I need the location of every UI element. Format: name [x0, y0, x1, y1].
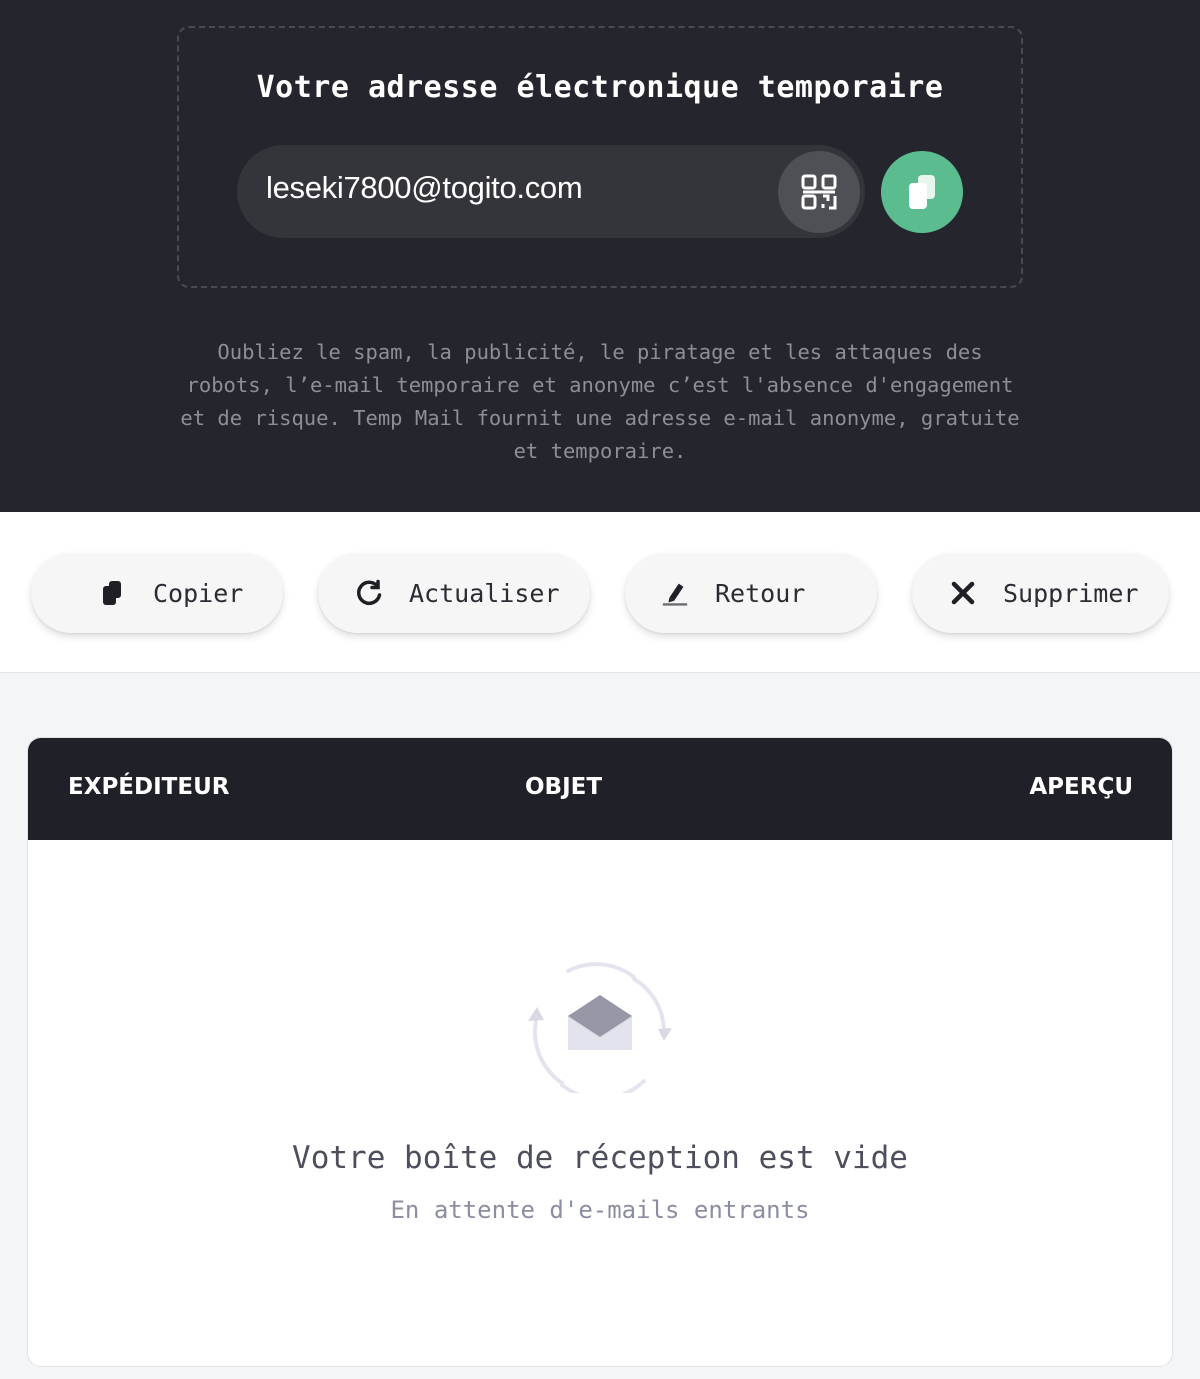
- qr-code-icon: [801, 174, 837, 210]
- column-preview: APERÇU: [1029, 774, 1133, 800]
- empty-inbox-icon: [524, 957, 676, 1101]
- back-button[interactable]: Retour: [625, 553, 877, 633]
- copy-icon: [99, 579, 127, 607]
- refresh-button[interactable]: Actualiser: [318, 553, 590, 633]
- delete-button-label: Supprimer: [1003, 578, 1139, 608]
- email-address-text[interactable]: leseki7800@togito.com: [266, 170, 583, 206]
- edit-icon: [661, 579, 689, 607]
- close-icon: [949, 579, 977, 607]
- hero-description: Oubliez le spam, la publicité, le pirata…: [180, 340, 1020, 463]
- column-subject: OBJET: [525, 774, 603, 800]
- copy-address-button[interactable]: [881, 151, 963, 233]
- copy-icon: [909, 175, 935, 209]
- empty-inbox-subtitle: En attente d'e-mails entrants: [390, 1196, 810, 1224]
- copy-button[interactable]: Copier: [31, 553, 283, 633]
- hero-section: Votre adresse électronique temporaire le…: [0, 0, 1200, 512]
- empty-inbox-title: Votre boîte de réception est vide: [292, 1140, 908, 1176]
- refresh-button-label: Actualiser: [409, 578, 560, 608]
- qr-code-button[interactable]: [778, 151, 860, 233]
- hero-title: Votre adresse électronique temporaire: [256, 70, 944, 105]
- column-sender: EXPÉDITEUR: [68, 774, 230, 800]
- back-button-label: Retour: [715, 578, 806, 608]
- copy-button-label: Copier: [153, 578, 244, 608]
- inbox-header: EXPÉDITEUR OBJET APERÇU: [28, 738, 1172, 840]
- refresh-icon: [355, 579, 383, 607]
- delete-button[interactable]: Supprimer: [912, 553, 1169, 633]
